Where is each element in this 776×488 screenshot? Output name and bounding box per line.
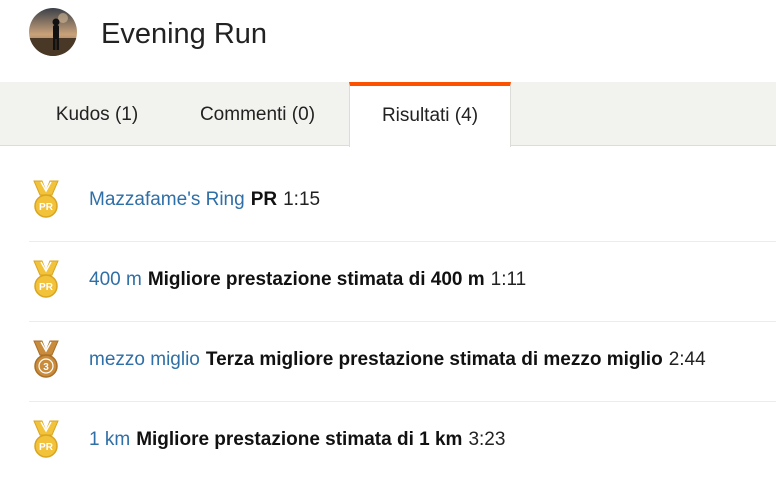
achievement-label: PR xyxy=(250,189,278,210)
gold-pr-medal-icon: PR xyxy=(33,180,59,218)
gold-pr-medal-icon: PR xyxy=(33,420,59,458)
list-item: 3 mezzo miglio Terza migliore prestazione… xyxy=(29,322,776,402)
tab-kudos[interactable]: Kudos (1) xyxy=(29,82,165,146)
achievement-label: Terza migliore prestazione stimata di me… xyxy=(205,349,663,370)
segment-link[interactable]: Mazzafame's Ring xyxy=(89,189,245,210)
result-time: 2:44 xyxy=(668,349,706,370)
list-item: PR 400 m Migliore prestazione stimata di … xyxy=(29,242,776,322)
result-text: mezzo miglio Terza migliore prestazione s… xyxy=(89,349,706,371)
list-item: PR Mazzafame's Ring PR 1:15 xyxy=(29,162,776,242)
activity-header: Evening Run xyxy=(0,0,776,82)
svg-text:PR: PR xyxy=(39,442,54,453)
achievement-label: Migliore prestazione stimata di 400 m xyxy=(147,269,485,290)
list-item: PR 1 km Migliore prestazione stimata di 1… xyxy=(29,402,776,482)
avatar-photo-icon xyxy=(29,8,77,56)
svg-text:3: 3 xyxy=(43,362,49,373)
avatar[interactable] xyxy=(29,8,77,56)
result-time: 3:23 xyxy=(468,429,506,450)
bronze-third-medal-icon: 3 xyxy=(33,340,59,378)
tab-results[interactable]: Risultati (4) xyxy=(349,82,511,147)
segment-link[interactable]: 400 m xyxy=(89,269,142,290)
result-time: 1:11 xyxy=(490,269,527,290)
segment-link[interactable]: mezzo miglio xyxy=(89,349,200,370)
result-text: 400 m Migliore prestazione stimata di 400… xyxy=(89,269,526,291)
svg-text:PR: PR xyxy=(39,282,54,293)
segment-link[interactable]: 1 km xyxy=(89,429,130,450)
svg-text:PR: PR xyxy=(39,202,54,213)
result-text: Mazzafame's Ring PR 1:15 xyxy=(89,189,320,211)
result-text: 1 km Migliore prestazione stimata di 1 km… xyxy=(89,429,505,451)
tab-comments[interactable]: Commenti (0) xyxy=(170,82,345,146)
page-title: Evening Run xyxy=(101,18,268,50)
result-time: 1:15 xyxy=(283,189,321,210)
tab-bar: Kudos (1) Commenti (0) Risultati (4) xyxy=(0,82,776,147)
gold-pr-medal-icon: PR xyxy=(33,260,59,298)
achievement-label: Migliore prestazione stimata di 1 km xyxy=(136,429,463,450)
